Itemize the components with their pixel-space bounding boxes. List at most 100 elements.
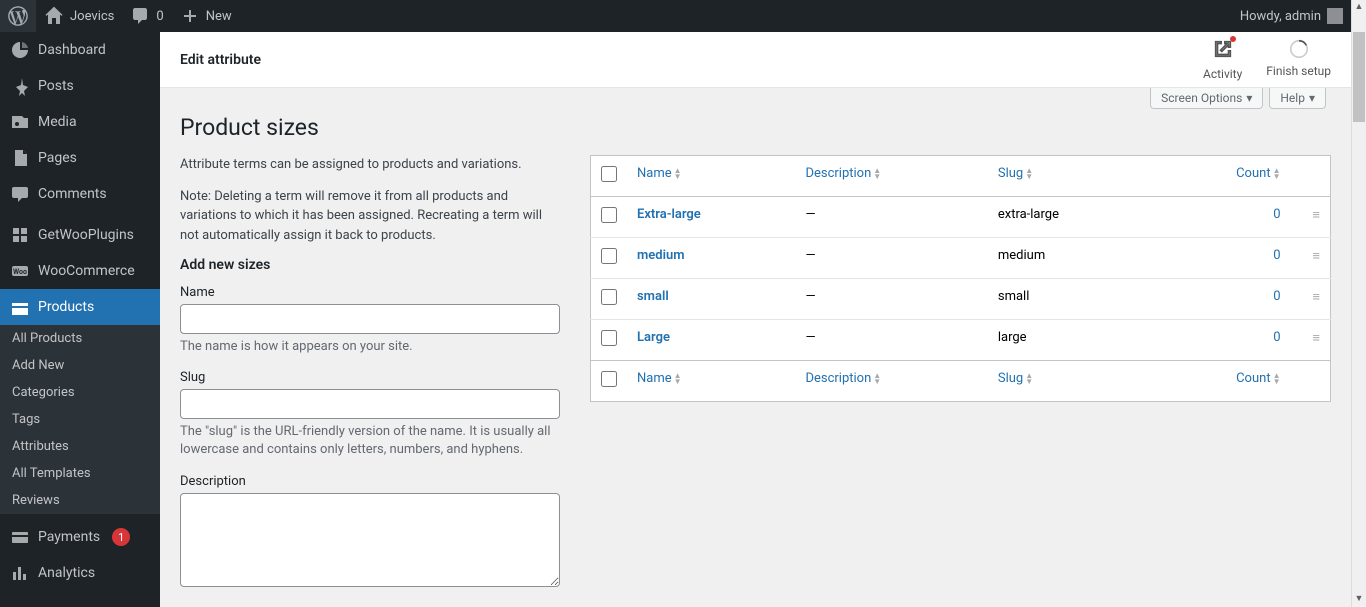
add-new-heading: Add new sizes <box>180 257 560 273</box>
description-textarea[interactable] <box>180 493 560 587</box>
activity-button[interactable]: Activity <box>1203 38 1242 81</box>
woo-icon: Woo <box>10 261 30 281</box>
col-name-label: Name <box>637 371 672 386</box>
col-name[interactable]: Name▲▼ <box>627 156 795 197</box>
select-all-bottom[interactable] <box>601 371 617 387</box>
new-content[interactable]: New <box>172 0 240 32</box>
products-submenu: All ProductsAdd NewCategoriesTagsAttribu… <box>0 325 160 514</box>
term-description: — <box>795 238 987 279</box>
row-checkbox[interactable] <box>601 330 617 346</box>
progress-ring-icon <box>1288 38 1310 60</box>
sidebar-item-pages[interactable]: Pages <box>0 140 160 176</box>
caret-down-icon: ▾ <box>1309 91 1315 105</box>
term-name-link[interactable]: Large <box>637 330 670 345</box>
drag-handle-icon[interactable]: ≡ <box>1312 331 1320 346</box>
terms-table-column: Name▲▼ Description▲▼ Slug▲▼ Count▲▼ Extr… <box>590 155 1331 591</box>
sidebar-item-woocommerce[interactable]: WooWooCommerce <box>0 253 160 289</box>
submenu-item-all-products[interactable]: All Products <box>0 325 160 352</box>
slug-input[interactable] <box>180 389 560 419</box>
col-slug[interactable]: Slug▲▼ <box>988 156 1151 197</box>
sidebar-item-media[interactable]: Media <box>0 104 160 140</box>
drag-handle-icon[interactable]: ≡ <box>1312 249 1320 264</box>
sidebar-item-analytics[interactable]: Analytics <box>0 555 160 591</box>
submenu-item-reviews[interactable]: Reviews <box>0 487 160 514</box>
term-name-link[interactable]: medium <box>637 248 685 263</box>
finish-setup-button[interactable]: Finish setup <box>1266 38 1331 81</box>
comments-count: 0 <box>156 9 163 24</box>
sidebar-item-label: Posts <box>38 78 74 94</box>
submenu-item-tags[interactable]: Tags <box>0 406 160 433</box>
term-count[interactable]: 0 <box>1273 289 1280 304</box>
sidebar-item-payments[interactable]: Payments1 <box>0 519 160 555</box>
col-description[interactable]: Description▲▼ <box>795 156 987 197</box>
comments-icon <box>10 184 30 204</box>
name-input[interactable] <box>180 304 560 334</box>
account-link[interactable]: Howdy, admin <box>1240 8 1351 24</box>
screen-options-tab[interactable]: Screen Options ▾ <box>1150 88 1263 109</box>
col-count-foot[interactable]: Count▲▼ <box>1151 361 1301 402</box>
wordpress-icon <box>8 6 28 26</box>
sidebar-item-dashboard[interactable]: Dashboard <box>0 32 160 68</box>
slug-label: Slug <box>180 370 560 385</box>
sidebar-item-label: Analytics <box>38 565 95 581</box>
screen-meta-links: Screen Options ▾ Help ▾ <box>1150 88 1326 109</box>
term-name-link[interactable]: small <box>637 289 669 304</box>
sidebar-item-comments[interactable]: Comments <box>0 176 160 212</box>
sidebar-item-label: Dashboard <box>38 42 106 58</box>
sort-icon: ▲▼ <box>873 168 881 180</box>
sidebar-item-products[interactable]: Products <box>0 289 160 325</box>
media-icon <box>10 112 30 132</box>
analytics-icon <box>10 563 30 583</box>
scroll-up-arrow[interactable]: ▲ <box>1352 0 1366 15</box>
term-slug: large <box>988 320 1151 361</box>
finish-label: Finish setup <box>1266 64 1331 78</box>
term-count[interactable]: 0 <box>1273 207 1280 222</box>
row-checkbox[interactable] <box>601 289 617 305</box>
vertical-scrollbar[interactable]: ▲ ▼ <box>1351 0 1366 607</box>
products-icon <box>10 297 30 317</box>
payments-icon <box>10 527 30 547</box>
term-count[interactable]: 0 <box>1273 330 1280 345</box>
submenu-item-attributes[interactable]: Attributes <box>0 433 160 460</box>
submenu-item-all-templates[interactable]: All Templates <box>0 460 160 487</box>
screen-options-label: Screen Options <box>1161 91 1242 105</box>
wp-logo[interactable] <box>0 0 36 32</box>
sidebar-item-getwoo[interactable]: GetWooPlugins <box>0 217 160 253</box>
table-row: medium—medium0≡ <box>591 238 1331 279</box>
svg-text:Woo: Woo <box>13 268 27 276</box>
comments-link[interactable]: 0 <box>122 0 171 32</box>
row-checkbox[interactable] <box>601 248 617 264</box>
description-label: Description <box>180 474 560 489</box>
col-description-label: Description <box>805 166 871 181</box>
drag-handle-icon[interactable]: ≡ <box>1312 290 1320 305</box>
col-count[interactable]: Count▲▼ <box>1151 156 1301 197</box>
sidebar-item-posts[interactable]: Posts <box>0 68 160 104</box>
slug-help: The "slug" is the URL-friendly version o… <box>180 423 560 459</box>
row-checkbox[interactable] <box>601 207 617 223</box>
sidebar-item-label: GetWooPlugins <box>38 227 134 243</box>
name-help: The name is how it appears on your site. <box>180 338 560 356</box>
sort-icon: ▲▼ <box>1025 373 1033 385</box>
term-name-link[interactable]: Extra-large <box>637 207 701 222</box>
submenu-item-add-new[interactable]: Add New <box>0 352 160 379</box>
col-slug-foot[interactable]: Slug▲▼ <box>988 361 1151 402</box>
col-description-foot[interactable]: Description▲▼ <box>795 361 987 402</box>
terms-table: Name▲▼ Description▲▼ Slug▲▼ Count▲▼ Extr… <box>590 155 1331 402</box>
site-link[interactable]: Joevics <box>36 0 122 32</box>
main-content: Product sizes Attribute terms can be ass… <box>160 88 1351 607</box>
scroll-thumb[interactable] <box>1353 32 1365 122</box>
col-slug-label: Slug <box>998 371 1023 386</box>
term-count[interactable]: 0 <box>1273 248 1280 263</box>
admin-toolbar: Joevics 0 New Howdy, admin <box>0 0 1351 32</box>
help-tab[interactable]: Help ▾ <box>1269 88 1326 109</box>
sort-icon: ▲▼ <box>674 373 682 385</box>
col-name-foot[interactable]: Name▲▼ <box>627 361 795 402</box>
submenu-item-categories[interactable]: Categories <box>0 379 160 406</box>
term-slug: extra-large <box>988 197 1151 238</box>
drag-handle-icon[interactable]: ≡ <box>1312 208 1320 223</box>
pin-icon <box>10 76 30 96</box>
select-all-top[interactable] <box>601 166 617 182</box>
sort-icon: ▲▼ <box>873 373 881 385</box>
page-title: Product sizes <box>180 114 1331 141</box>
scroll-down-arrow[interactable]: ▼ <box>1352 592 1366 607</box>
